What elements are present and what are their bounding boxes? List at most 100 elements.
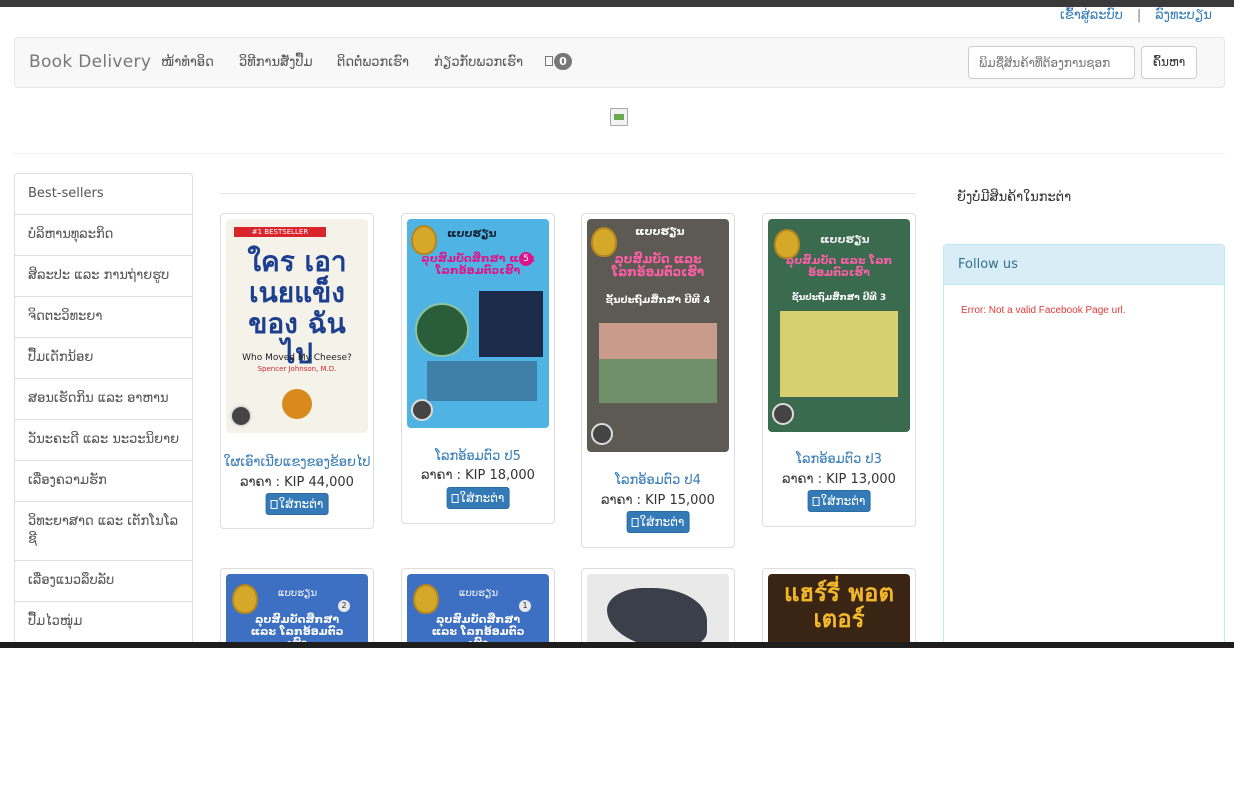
cover-subtitle: ຊັ້ນປະຖົມສຶກສາ ປີທີ 3 — [791, 293, 887, 303]
book-cover-image[interactable]: ແບບຮຽນ ລຸບສົມບັດ ແລະ ໂລກອ້ອມຕົວເຮົາ ຊັ້ນ… — [587, 219, 729, 452]
divider — [14, 153, 1225, 154]
cover-header: ແບບຮຽນ — [278, 588, 318, 599]
book-cover-image[interactable] — [587, 574, 729, 648]
book-cover-image[interactable]: แฮร์รี่ พอตเตอร์ — [768, 574, 910, 648]
nav-contact[interactable]: ຕິດຕໍ່ພວກເຮົາ — [337, 55, 409, 70]
add-to-cart-button[interactable]: ໃສ່ກະຕ່າ — [265, 493, 329, 515]
cover-subtitle: ຊັ້ນປະຖົມສຶກສາ ປີທີ 4 — [605, 295, 711, 306]
link-separator: | — [1136, 8, 1142, 23]
product-card: ແບບຮຽນ ລຸບສົມບັດ ແລະ ໂລກອ້ອມຕົວເຮົາ ຊັ້ນ… — [581, 213, 735, 548]
grade-badge: 1 — [519, 600, 531, 612]
nav-about[interactable]: ກ່ຽວກັບພວກເຮົາ — [434, 55, 523, 70]
cover-badge: #1 BESTSELLER — [234, 227, 326, 237]
cheese-icon — [282, 389, 312, 419]
product-price: ລາຄາ : KIP 18,000 — [421, 468, 535, 483]
product-name[interactable]: ໂລກອ້ອມຕົວ ປ4 — [582, 473, 734, 488]
cover-author: Spencer Johnson, M.D. — [257, 365, 337, 373]
product-card: ແບບຮຽນ ລຸບສົມບັດສຶກສາ ແລະ ໂລກອ້ອມຕົວເຮົາ… — [401, 213, 555, 524]
product-card: แฮร์รี่ พอตเตอร์ — [762, 568, 916, 648]
login-link[interactable]: ເຂົ້າສູ່ລະບົບ — [1060, 8, 1123, 23]
seal-icon — [232, 584, 258, 614]
sidebar-item-literature[interactable]: ວັນະຄະດີ ແລະ ນະວະນິຍາຍ — [14, 419, 193, 461]
product-name[interactable]: ໂລກອ້ອມຕົວ ປ5 — [402, 449, 554, 464]
cover-illustration — [427, 361, 537, 401]
cover-header: ແບບຮຽນ — [635, 225, 685, 238]
cover-header: ແບບຮຽນ — [820, 233, 870, 246]
cover-illustration — [607, 588, 707, 648]
divider — [219, 193, 916, 194]
page: ເຂົ້າສູ່ລະບົບ | ລົງທະບຽນ Book Delivery ໜ້າ… — [0, 0, 1234, 648]
store-stamp-icon — [230, 405, 252, 427]
search-input[interactable] — [968, 46, 1135, 79]
top-bar — [0, 0, 1234, 7]
cart-count-badge: 0 — [554, 53, 572, 70]
sidebar-item-art-photography[interactable]: ສິລະປະ ແລະ ການຖ່າຍຮູບ — [14, 255, 193, 297]
cart-icon — [451, 494, 459, 503]
sidebar-item-cooking[interactable]: ສອນເຮັດກິນ ແລະ ອາຫານ — [14, 378, 193, 420]
cover-illustration — [479, 291, 543, 357]
store-stamp-icon — [772, 403, 794, 425]
facebook-error-message: Error: Not a valid Facebook Page url. — [961, 305, 1126, 316]
cart-link[interactable]: 0 — [545, 53, 572, 70]
sidebar-item-business[interactable]: ບໍລິຫານທຸລະກິດ — [14, 214, 193, 256]
book-cover-image[interactable]: ແບບຮຽນ ລຸບສົມບັດ ແລະ ໂລກອ້ອມຕົວເຮົາ ຊັ້ນ… — [768, 219, 910, 432]
sidebar-item-romance[interactable]: ເລື່ອງຄວາມຮັກ — [14, 460, 193, 502]
nav-home[interactable]: ໜ້າທໍາອິດ — [161, 55, 214, 70]
book-cover-image[interactable]: ແບບຮຽນ 1 ລຸບສົມບັດສຶກສາ ແລະ ໂລກອ້ອມຕົວເຮ… — [407, 574, 549, 648]
cover-subtitle: Who Moved My Cheese? — [242, 353, 352, 363]
grade-badge: 5 — [519, 252, 533, 266]
cart-icon — [270, 500, 278, 509]
sidebar-item-science-tech[interactable]: ວິທະຍາສາດ ແລະ ເຕັກໂນໂລຊີ — [14, 501, 193, 561]
product-price: ລາຄາ : KIP 15,000 — [601, 493, 715, 508]
category-sidebar: Best-sellers ບໍລິຫານທຸລະກິດ ສິລະປະ ແລະ ກ… — [14, 173, 193, 643]
cart-icon — [812, 497, 820, 506]
cover-title: แฮร์รี่ พอตเตอร์ — [783, 579, 895, 634]
sidebar-item-best-sellers[interactable]: Best-sellers — [14, 173, 193, 215]
broken-image-icon — [610, 108, 628, 126]
cover-header: ແບບຮຽນ — [459, 588, 499, 599]
product-card: #1 BESTSELLER ใคร เอาเนยแข็ง ของ ฉันไป W… — [220, 213, 374, 529]
follow-us-panel: Follow us Error: Not a valid Facebook Pa… — [943, 244, 1225, 648]
product-card: ແບບຮຽນ 1 ລຸບສົມບັດສຶກສາ ແລະ ໂລກອ້ອມຕົວເຮ… — [401, 568, 555, 648]
register-link[interactable]: ລົງທະບຽນ — [1155, 8, 1212, 23]
cover-title: ລຸບສົມບັດ ແລະ ໂລກອ້ອມຕົວເຮົາ — [611, 252, 705, 280]
add-to-cart-button[interactable]: ໃສ່ກະຕ່າ — [807, 490, 871, 512]
product-card: ແບບຮຽນ ລຸບສົມບັດ ແລະ ໂລກອ້ອມຕົວເຮົາ ຊັ້ນ… — [762, 213, 916, 527]
product-name[interactable]: ໃຜເອົາເນີຍແຂງຂອງຂ້ອຍໄປ — [221, 455, 373, 470]
seal-icon — [413, 584, 439, 614]
empty-cart-message: ຍັງບໍ່ມີສິນຄ້າໃນກະຕ່າ — [957, 190, 1072, 205]
product-price: ລາຄາ : KIP 13,000 — [782, 472, 896, 487]
product-card — [581, 568, 735, 648]
add-to-cart-button[interactable]: ໃສ່ກະຕ່າ — [626, 511, 690, 533]
brand-logo[interactable]: Book Delivery — [29, 52, 151, 72]
panel-heading: Follow us — [944, 245, 1224, 285]
cart-icon — [631, 518, 639, 527]
grade-badge: 2 — [338, 600, 350, 612]
cover-illustration — [415, 303, 469, 357]
cover-title: ใคร เอาเนยแข็ง ของ ฉันไป — [247, 245, 347, 371]
store-stamp-icon — [591, 423, 613, 445]
cover-illustration — [780, 311, 898, 397]
sidebar-item-psychology[interactable]: ຈິດຕະວິທະຍາ — [14, 296, 193, 338]
account-links: ເຂົ້າສູ່ລະບົບ | ລົງທະບຽນ — [1060, 8, 1212, 23]
book-cover-image[interactable]: ແບບຮຽນ 2 ລຸບສົມບັດສຶກສາ ແລະ ໂລກອ້ອມຕົວເຮ… — [226, 574, 368, 648]
product-card: ແບບຮຽນ 2 ລຸບສົມບັດສຶກສາ ແລະ ໂລກອ້ອມຕົວເຮ… — [220, 568, 374, 648]
product-price: ລາຄາ : KIP 44,000 — [240, 475, 354, 490]
cart-icon — [545, 56, 553, 66]
nav-how-to-order[interactable]: ວິທີການສັ່ງປື້ມ — [239, 55, 313, 70]
book-cover-image[interactable]: #1 BESTSELLER ใคร เอาเนยแข็ง ของ ฉันไป W… — [226, 219, 368, 433]
cover-illustration — [599, 359, 717, 403]
sidebar-item-children[interactable]: ປື້ມເດັກນ້ອຍ — [14, 337, 193, 379]
cover-header: ແບບຮຽນ — [447, 227, 497, 240]
navbar: Book Delivery ໜ້າທໍາອິດ ວິທີການສັ່ງປື້ມ … — [14, 37, 1225, 88]
book-cover-image[interactable]: ແບບຮຽນ ລຸບສົມບັດສຶກສາ ແລະ ໂລກອ້ອມຕົວເຮົາ… — [407, 219, 549, 428]
search-button[interactable]: ຄົ້ນຫາ — [1141, 46, 1197, 79]
store-stamp-icon — [411, 399, 433, 421]
cover-title: ລຸບສົມບັດ ແລະ ໂລກອ້ອມຕົວເຮົາ — [785, 254, 893, 280]
sidebar-item-young-adult[interactable]: ປື້ມໄວໜຸ່ມ — [14, 601, 193, 643]
bottom-bar — [0, 642, 1234, 648]
add-to-cart-button[interactable]: ໃສ່ກະຕ່າ — [446, 487, 510, 509]
sidebar-item-mystery[interactable]: ເລື່ອງແນວລຶບລັບ — [14, 560, 193, 602]
seal-icon — [411, 225, 437, 255]
product-name[interactable]: ໂລກອ້ອມຕົວ ປ3 — [763, 452, 915, 467]
